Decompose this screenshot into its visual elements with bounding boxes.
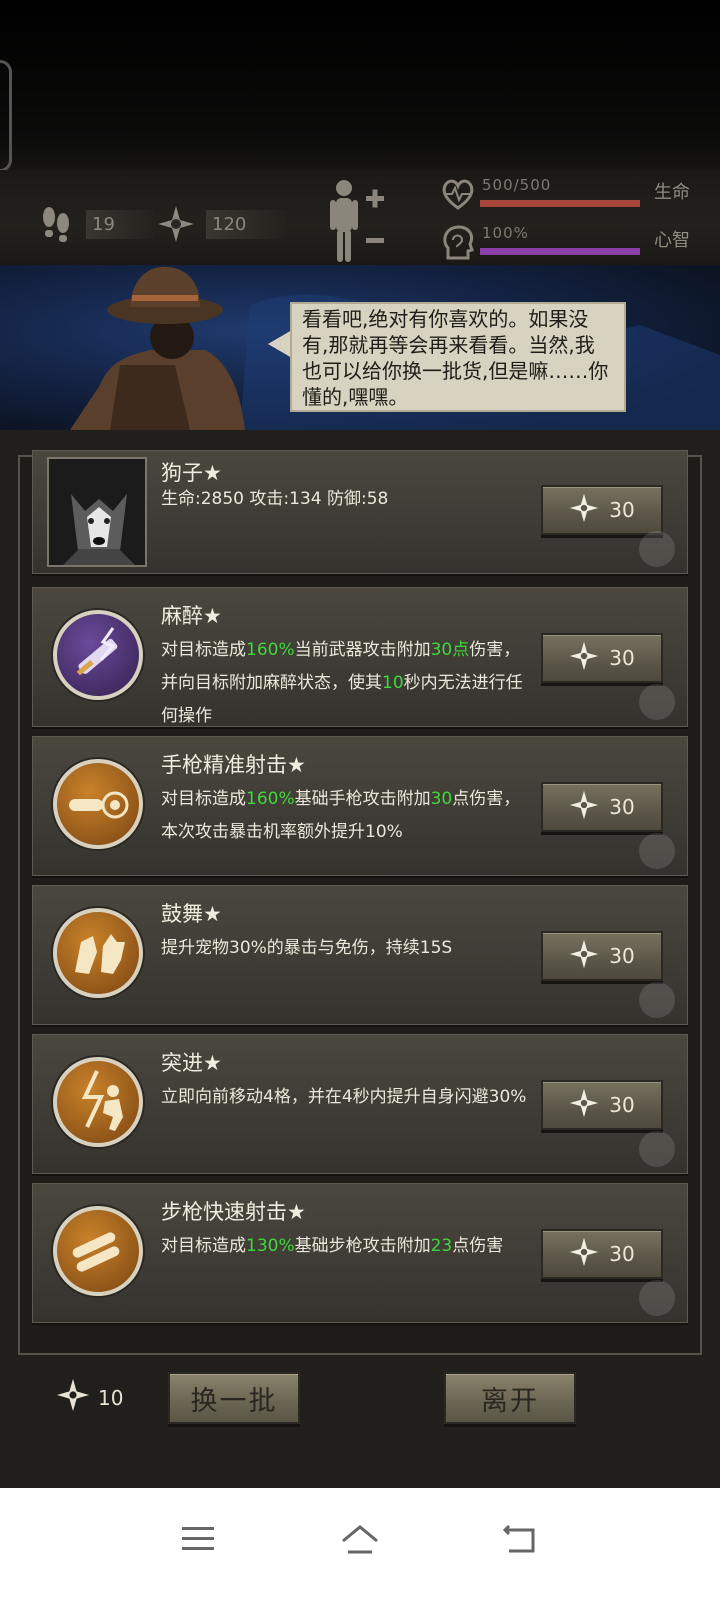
item-title: 突进★ — [161, 1051, 222, 1075]
price: 30 — [609, 944, 635, 968]
buy-button[interactable]: 30 — [541, 1080, 663, 1130]
shop-item-pet: 狗子★ 生命:2850 攻击:134 防御:58 30 — [32, 450, 688, 574]
desc-segment: 基础手枪攻击附加 — [294, 789, 431, 809]
sanity-bar: 100% 心智 — [440, 222, 690, 262]
desc-segment: 立即向前移动4格，并在4秒内提升自身闪避30% — [161, 1087, 527, 1107]
rifle-bullets-icon — [53, 1206, 143, 1296]
desc-segment: 当前武器攻击附加 — [294, 640, 431, 660]
desc-segment: 对目标造成 — [161, 1236, 246, 1256]
footer-crystals-value: 10 — [98, 1385, 124, 1410]
item-title: 鼓舞★ — [161, 902, 222, 926]
price: 30 — [609, 1093, 635, 1117]
desc-segment: 点伤害 — [452, 1236, 504, 1256]
price: 30 — [609, 795, 635, 819]
health-bar: 500/500 生命 — [440, 174, 690, 214]
sanity-value: 100% — [482, 224, 529, 242]
item-title: 麻醉★ — [161, 604, 222, 628]
item-description: 对目标造成160%基础手枪攻击附加30点伤害，本次攻击暴击机率额外提升10% — [161, 783, 531, 849]
item-description: 提升宠物30%的暴击与免伤，持续15S — [161, 932, 531, 965]
dash-runner-icon — [53, 1057, 143, 1147]
item-description: 对目标造成160%当前武器攻击附加30点伤害，并向目标附加麻醉状态，使其10秒内… — [161, 634, 531, 733]
radiation-watermark-icon — [639, 684, 675, 720]
body-attributes-button[interactable] — [328, 178, 388, 264]
speech-bubble-tail — [268, 330, 292, 358]
desc-highlight: 30点 — [430, 640, 470, 660]
compass-star-icon — [569, 1088, 599, 1122]
home-icon[interactable] — [332, 1514, 388, 1564]
item-title: 手枪精准射击★ — [161, 753, 306, 777]
husky-dog-portrait — [47, 457, 147, 567]
system-nav-bar — [0, 1488, 720, 1600]
desc-highlight: 23 — [430, 1236, 453, 1256]
crystals-stat: 120 — [156, 204, 287, 244]
health-fill — [480, 200, 640, 207]
health-value: 500/500 — [482, 176, 552, 194]
pet-encourage-icon — [53, 908, 143, 998]
desc-highlight: 10 — [382, 673, 404, 693]
steps-stat: 19 — [36, 204, 155, 244]
item-description: 生命:2850 攻击:134 防御:58 — [161, 483, 531, 516]
radiation-watermark-icon — [639, 833, 675, 869]
compass-star-icon — [56, 1378, 90, 1417]
brain-head-icon — [440, 224, 476, 260]
radiation-watermark-icon — [639, 982, 675, 1018]
shop-item-skill: 突进★ 立即向前移动4格，并在4秒内提升自身闪避30% 30 — [32, 1034, 688, 1174]
price: 30 — [609, 498, 635, 522]
item-title: 步枪快速射击★ — [161, 1200, 306, 1224]
shop-item-skill: 手枪精准射击★ 对目标造成160%基础手枪攻击附加30点伤害，本次攻击暴击机率额… — [32, 736, 688, 876]
buy-button[interactable]: 30 — [541, 633, 663, 683]
sanity-label: 心智 — [654, 230, 690, 251]
desc-segment: 基础步枪攻击附加 — [294, 1236, 431, 1256]
merchant-speech-bubble: 看看吧,绝对有你喜欢的。如果没有,那就再等会再来看看。当然,我也可以给你换一批货… — [290, 302, 626, 412]
compass-star-icon — [569, 790, 599, 824]
shop-item-skill: 步枪快速射击★ 对目标造成130%基础步枪攻击附加23点伤害 30 — [32, 1183, 688, 1323]
compass-star-icon — [569, 1237, 599, 1271]
price: 30 — [609, 1242, 635, 1266]
bullet-target-icon — [53, 759, 143, 849]
heart-rate-icon — [440, 176, 476, 212]
desc-highlight: 160% — [246, 640, 295, 660]
refresh-button[interactable]: 换一批 — [168, 1372, 300, 1424]
desc-highlight: 30 — [430, 789, 453, 809]
radiation-watermark-icon — [639, 531, 675, 567]
footer-crystals: 10 — [56, 1378, 123, 1417]
radiation-watermark-icon — [639, 1131, 675, 1167]
desc-segment: 对目标造成 — [161, 789, 246, 809]
sanity-fill — [480, 248, 640, 255]
shop-item-skill: 麻醉★ 对目标造成160%当前武器攻击附加30点伤害，并向目标附加麻醉状态，使其… — [32, 587, 688, 727]
footprints-icon — [36, 204, 76, 244]
desc-highlight: 130% — [246, 1236, 295, 1256]
steps-value: 19 — [86, 209, 155, 239]
crystals-value: 120 — [206, 209, 287, 239]
compass-star-icon — [569, 939, 599, 973]
desc-segment: 提升宠物30%的暴击与免伤，持续15S — [161, 938, 453, 958]
item-description: 立即向前移动4格，并在4秒内提升自身闪避30% — [161, 1081, 531, 1114]
item-description: 对目标造成130%基础步枪攻击附加23点伤害 — [161, 1230, 531, 1263]
buy-button[interactable]: 30 — [541, 485, 663, 535]
desc-segment: 生命:2850 攻击:134 防御:58 — [161, 489, 389, 509]
desc-highlight: 160% — [246, 789, 295, 809]
health-label: 生命 — [654, 182, 690, 203]
compass-star-icon — [569, 641, 599, 675]
compass-star-icon — [156, 204, 196, 244]
buy-button[interactable]: 30 — [541, 931, 663, 981]
syringe-icon — [53, 610, 143, 700]
top-blank-area — [0, 0, 720, 170]
radiation-watermark-icon — [639, 1280, 675, 1316]
buy-button[interactable]: 30 — [541, 1229, 663, 1279]
price: 30 — [609, 646, 635, 670]
side-drawer-handle[interactable] — [0, 60, 12, 172]
shop-item-skill: 鼓舞★ 提升宠物30%的暴击与免伤，持续15S 30 — [32, 885, 688, 1025]
desc-segment: 对目标造成 — [161, 640, 246, 660]
buy-button[interactable]: 30 — [541, 782, 663, 832]
back-icon[interactable] — [492, 1514, 548, 1564]
menu-icon[interactable] — [170, 1514, 226, 1564]
leave-button[interactable]: 离开 — [444, 1372, 576, 1424]
compass-star-icon — [569, 493, 599, 527]
